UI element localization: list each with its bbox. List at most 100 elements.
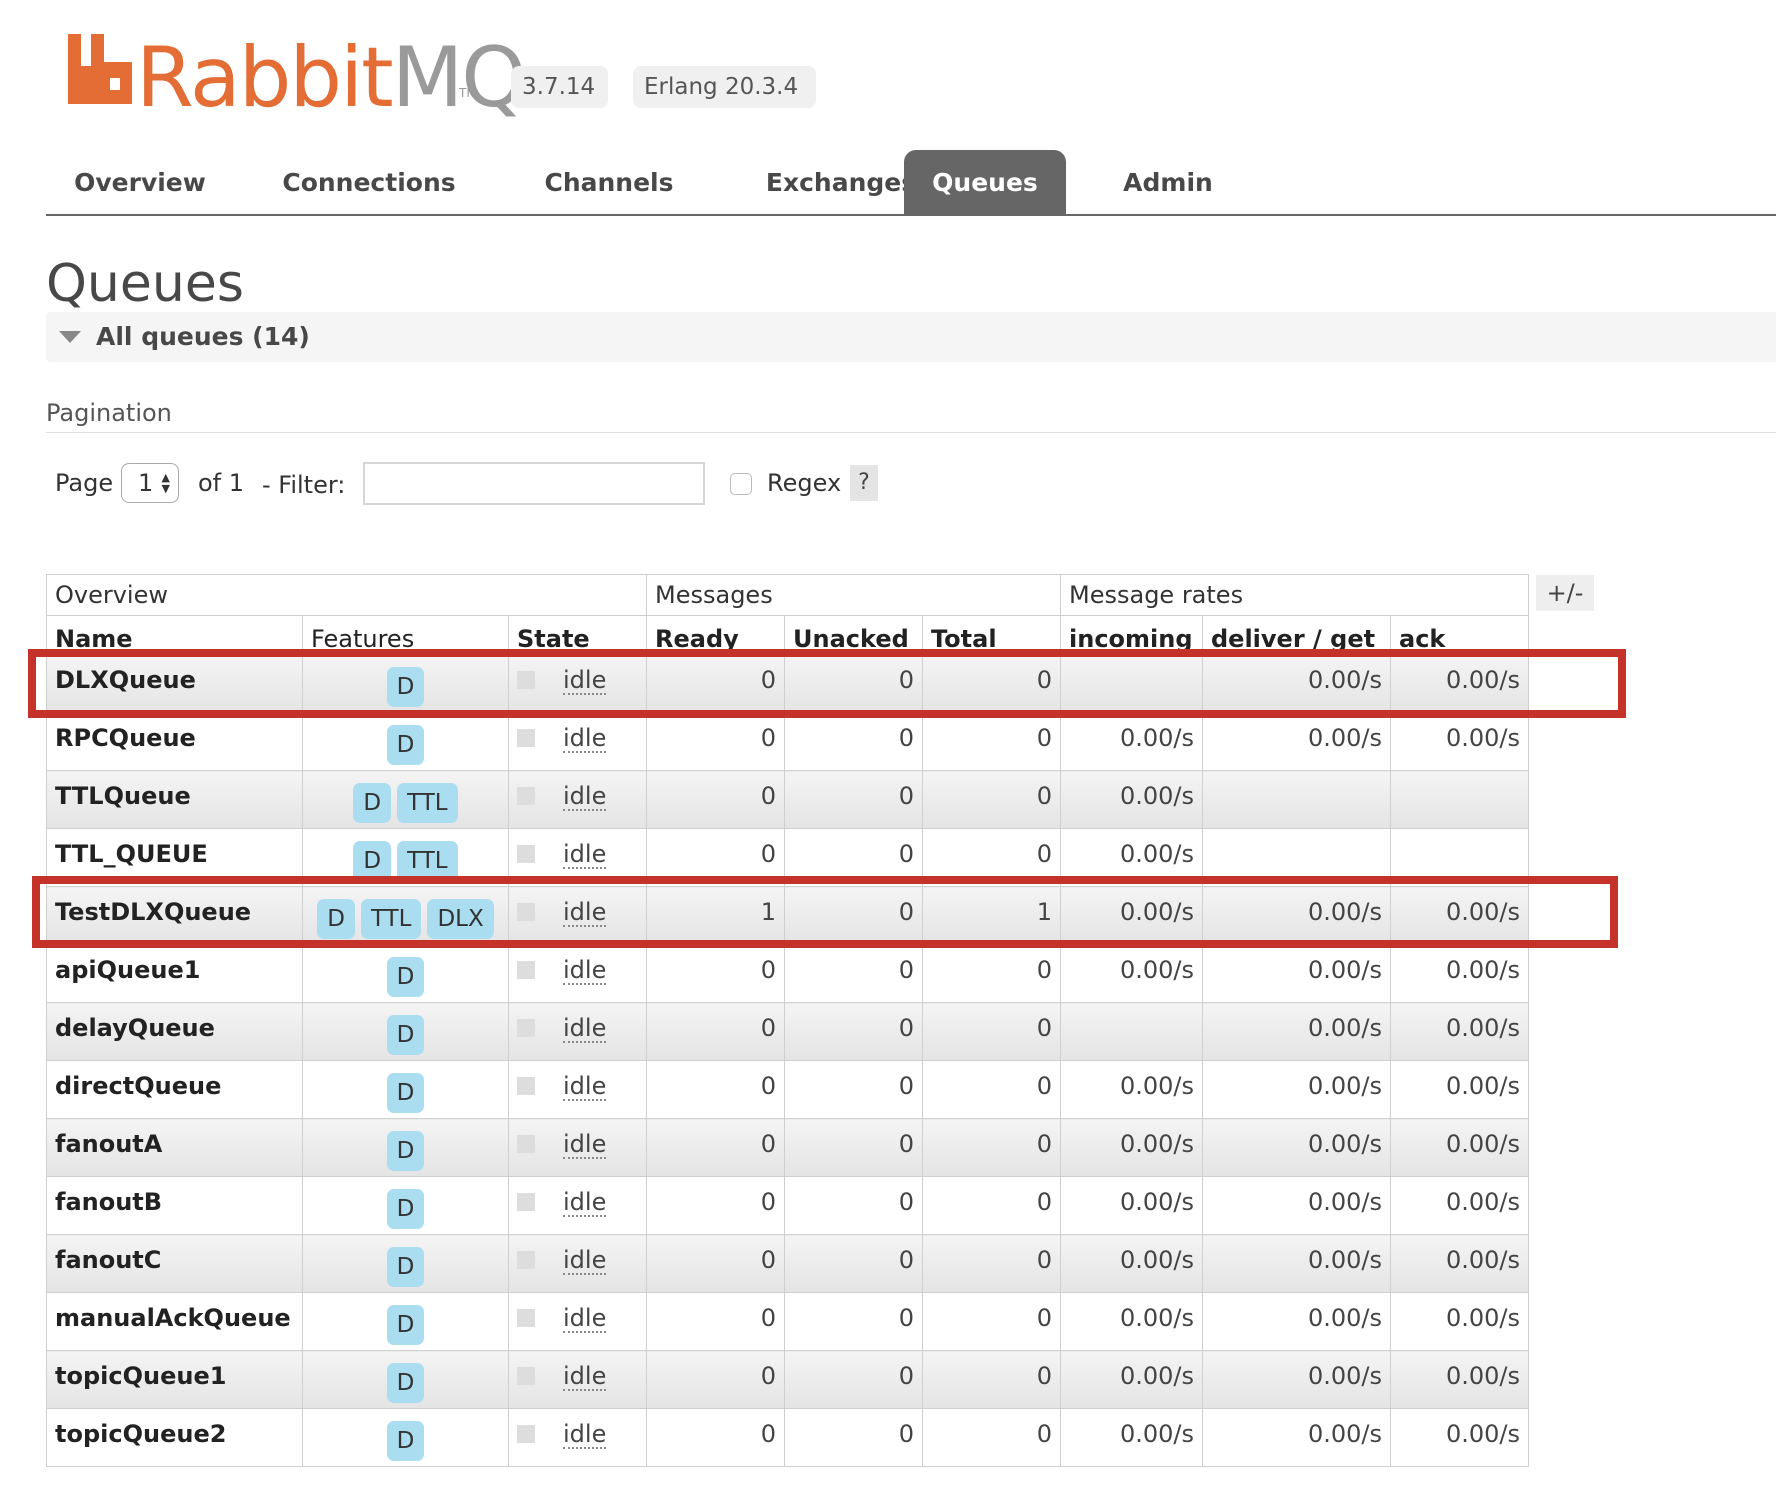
queue-incoming-rate-cell: 0.00/s	[1060, 1234, 1203, 1293]
rabbitmq-logo: RabbitMQ TM	[68, 28, 527, 126]
queue-ack-rate-cell: 0.00/s	[1390, 1060, 1529, 1119]
regex-checkbox[interactable]	[730, 473, 752, 495]
state-indicator-icon	[517, 787, 535, 805]
feature-badge-d: D	[386, 1363, 425, 1403]
feature-badge-ttl: TTL	[397, 841, 458, 881]
queue-name-link[interactable]: manualAckQueue	[46, 1292, 303, 1351]
queue-name-link[interactable]: TTLQueue	[46, 770, 303, 829]
queue-incoming-rate-cell: 0.00/s	[1060, 1060, 1203, 1119]
queue-name-link[interactable]: apiQueue1	[46, 944, 303, 1003]
queue-state-cell: idle	[508, 712, 647, 771]
queue-incoming-rate-cell: 0.00/s	[1060, 770, 1203, 829]
table-row[interactable]: topicQueue2 Didle 0 0 0 0.00/s 0.00/s 0.00/s	[46, 1408, 1529, 1467]
queue-features-cell: D	[302, 1118, 509, 1177]
queue-ack-rate-cell: 0.00/s	[1390, 1118, 1529, 1177]
filter-input[interactable]	[363, 462, 705, 505]
state-indicator-icon	[517, 1193, 535, 1211]
queue-unacked-cell: 0	[784, 944, 923, 1003]
queue-unacked-cell: 0	[784, 1002, 923, 1061]
tab-channels[interactable]: Channels	[504, 150, 714, 214]
state-indicator-icon	[517, 1019, 535, 1037]
queue-features-cell: D	[302, 1234, 509, 1293]
table-row[interactable]: manualAckQueue Didle 0 0 0 0.00/s 0.00/s 0.00/s	[46, 1292, 1529, 1351]
queue-deliver-get-rate-cell: 0.00/s	[1202, 1118, 1391, 1177]
group-header-overview: Overview	[46, 574, 647, 616]
queue-state-cell: idle	[508, 1350, 647, 1409]
queue-ack-rate-cell: 0.00/s	[1390, 1408, 1529, 1467]
feature-badge-d: D	[386, 1015, 425, 1055]
tab-queues[interactable]: Queues	[904, 150, 1066, 214]
queue-ready-cell: 0	[646, 1292, 785, 1351]
queue-name-link[interactable]: directQueue	[46, 1060, 303, 1119]
table-row[interactable]: fanoutC Didle 0 0 0 0.00/s 0.00/s 0.00/s	[46, 1234, 1529, 1293]
select-arrows-icon: ▲ ▼	[161, 471, 170, 495]
state-indicator-icon	[517, 1251, 535, 1269]
queue-deliver-get-rate-cell: 0.00/s	[1202, 712, 1391, 771]
queue-unacked-cell: 0	[784, 1118, 923, 1177]
queue-features-cell: D TTL	[302, 770, 509, 829]
queue-state-text: idle	[563, 782, 607, 811]
table-row[interactable]: apiQueue1 Didle 0 0 0 0.00/s 0.00/s 0.00/s	[46, 944, 1529, 1003]
page-select[interactable]: 1 ▲ ▼	[121, 463, 179, 503]
queue-ack-rate-cell: 0.00/s	[1390, 1234, 1529, 1293]
queue-state-cell: idle	[508, 1002, 647, 1061]
tab-admin[interactable]: Admin	[1100, 150, 1236, 214]
logo-trademark: TM	[459, 86, 477, 100]
queue-ready-cell: 0	[646, 1002, 785, 1061]
pagination-heading: Pagination	[46, 399, 172, 427]
queue-total-cell: 0	[922, 1234, 1061, 1293]
table-row[interactable]: TTLQueue D TTL idle 0 0 0 0.00/s	[46, 770, 1529, 829]
tab-overview[interactable]: Overview	[46, 150, 234, 214]
table-row[interactable]: RPCQueue Didle 0 0 0 0.00/s 0.00/s 0.00/s	[46, 712, 1529, 771]
queue-ready-cell: 0	[646, 1234, 785, 1293]
queue-unacked-cell: 0	[784, 1292, 923, 1351]
table-row[interactable]: delayQueue Didle 0 0 0 0.00/s 0.00/s	[46, 1002, 1529, 1061]
queue-features-cell: D	[302, 1060, 509, 1119]
regex-help-button[interactable]: ?	[850, 465, 878, 501]
queue-total-cell: 0	[922, 1060, 1061, 1119]
queue-unacked-cell: 0	[784, 1234, 923, 1293]
queue-name-link[interactable]: fanoutB	[46, 1176, 303, 1235]
feature-badge-d: D	[353, 841, 392, 881]
queue-name-link[interactable]: topicQueue1	[46, 1350, 303, 1409]
rabbitmq-logo-icon	[68, 34, 132, 104]
highlight-box-dlxqueue	[28, 649, 1626, 718]
queue-total-cell: 0	[922, 944, 1061, 1003]
table-row[interactable]: directQueue Didle 0 0 0 0.00/s 0.00/s 0.00/s	[46, 1060, 1529, 1119]
queue-state-cell: idle	[508, 1234, 647, 1293]
state-indicator-icon	[517, 1367, 535, 1385]
queue-state-text: idle	[563, 1188, 607, 1217]
queue-ready-cell: 0	[646, 1060, 785, 1119]
queue-incoming-rate-cell	[1060, 1002, 1203, 1061]
queue-state-text: idle	[563, 956, 607, 985]
all-queues-section-label: All queues (14)	[96, 322, 310, 351]
queue-state-cell: idle	[508, 1292, 647, 1351]
queue-unacked-cell: 0	[784, 712, 923, 771]
queue-ready-cell: 0	[646, 1176, 785, 1235]
queue-state-cell: idle	[508, 1060, 647, 1119]
highlight-box-testdlxqueue	[32, 876, 1618, 948]
table-row[interactable]: topicQueue1 Didle 0 0 0 0.00/s 0.00/s 0.00/s	[46, 1350, 1529, 1409]
all-queues-section-toggle[interactable]: All queues (14)	[46, 312, 1776, 362]
queue-ack-rate-cell: 0.00/s	[1390, 712, 1529, 771]
queue-name-link[interactable]: fanoutC	[46, 1234, 303, 1293]
queue-state-cell: idle	[508, 1118, 647, 1177]
table-row[interactable]: fanoutA Didle 0 0 0 0.00/s 0.00/s 0.00/s	[46, 1118, 1529, 1177]
queue-incoming-rate-cell: 0.00/s	[1060, 1176, 1203, 1235]
queue-state-cell: idle	[508, 1176, 647, 1235]
queue-deliver-get-rate-cell: 0.00/s	[1202, 1234, 1391, 1293]
queue-name-link[interactable]: fanoutA	[46, 1118, 303, 1177]
queue-name-link[interactable]: delayQueue	[46, 1002, 303, 1061]
state-indicator-icon	[517, 1425, 535, 1443]
toggle-columns-button[interactable]: +/-	[1536, 575, 1594, 611]
queue-state-text: idle	[563, 1304, 607, 1333]
page-label: Page	[55, 469, 114, 497]
tab-connections[interactable]: Connections	[258, 150, 480, 214]
table-row[interactable]: fanoutB Didle 0 0 0 0.00/s 0.00/s 0.00/s	[46, 1176, 1529, 1235]
queue-features-cell: D	[302, 1176, 509, 1235]
rabbitmq-version-badge: 3.7.14	[511, 66, 608, 108]
queue-incoming-rate-cell: 0.00/s	[1060, 1350, 1203, 1409]
state-indicator-icon	[517, 729, 535, 747]
queue-name-link[interactable]: RPCQueue	[46, 712, 303, 771]
queue-name-link[interactable]: topicQueue2	[46, 1408, 303, 1467]
